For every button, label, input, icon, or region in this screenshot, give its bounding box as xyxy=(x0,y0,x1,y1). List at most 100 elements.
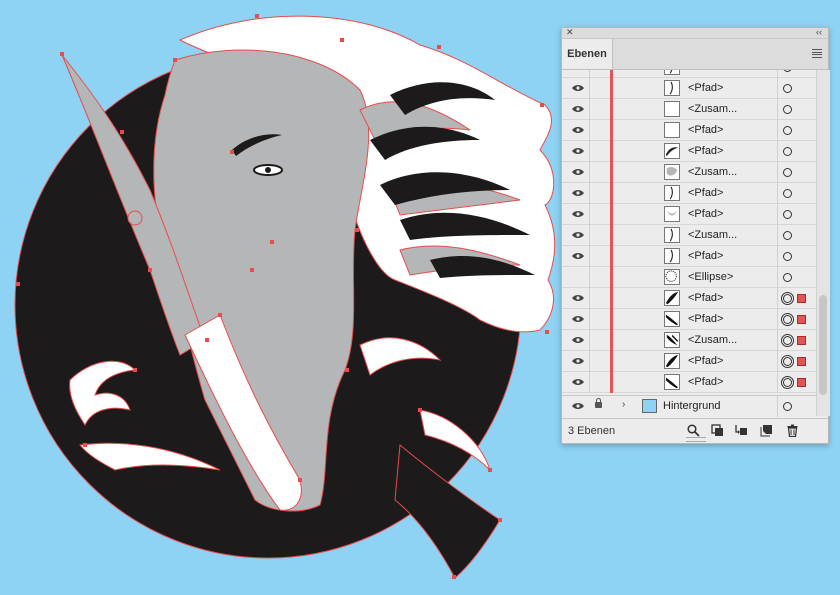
layer-row[interactable]: <Pfad> xyxy=(562,351,816,372)
target-circle-icon[interactable] xyxy=(783,252,792,261)
eye-icon[interactable] xyxy=(572,402,584,410)
lock-column[interactable] xyxy=(589,330,590,351)
layer-label[interactable]: <Pfad> xyxy=(688,376,723,388)
selection-indicator[interactable] xyxy=(797,357,806,366)
selection-indicator[interactable] xyxy=(797,315,806,324)
layer-label[interactable]: <Pfad> xyxy=(688,82,723,94)
layer-row-hintergrund[interactable]: › Hintergrund xyxy=(562,395,816,417)
layer-row[interactable]: <Pfad> xyxy=(562,372,816,393)
eye-icon[interactable] xyxy=(572,336,584,344)
layer-label[interactable]: <Pfad> xyxy=(688,70,723,73)
lock-column[interactable] xyxy=(589,351,590,372)
layer-row[interactable]: <Pfad> xyxy=(562,309,816,330)
target-circle-icon[interactable] xyxy=(783,105,792,114)
target-circle-icon[interactable] xyxy=(783,70,792,72)
selection-indicator[interactable] xyxy=(797,378,806,387)
lock-icon[interactable] xyxy=(595,398,602,408)
lock-column[interactable] xyxy=(589,120,590,141)
layer-label[interactable]: <Pfad> xyxy=(688,208,723,220)
eye-icon[interactable] xyxy=(572,189,584,197)
search-icon[interactable] xyxy=(687,424,700,437)
layer-row[interactable]: <Pfad> xyxy=(562,183,816,204)
target-circle-icon[interactable] xyxy=(781,355,794,368)
target-circle-icon[interactable] xyxy=(783,168,792,177)
layer-label[interactable]: <Pfad> xyxy=(688,250,723,262)
layer-row[interactable]: <Ellipse> xyxy=(562,267,816,288)
layer-row[interactable]: <Pfad> xyxy=(562,78,816,99)
hintergrund-label[interactable]: Hintergrund xyxy=(663,400,720,412)
lock-column[interactable] xyxy=(589,372,590,393)
target-circle-icon[interactable] xyxy=(783,273,792,282)
panel-menu-icon[interactable] xyxy=(812,49,822,58)
layer-label[interactable]: <Zusam... xyxy=(688,334,737,346)
layer-list[interactable]: <Pfad> <Pfad> <Zusam... <Pfad> <Pfad> <Zusam.… xyxy=(562,70,816,416)
expand-chevron-icon[interactable]: › xyxy=(622,399,625,410)
target-circle-icon[interactable] xyxy=(781,313,794,326)
layer-row[interactable]: <Pfad> xyxy=(562,70,816,78)
layer-label[interactable]: <Pfad> xyxy=(688,145,723,157)
layer-label[interactable]: <Pfad> xyxy=(688,292,723,304)
artwork-small-ring[interactable] xyxy=(127,210,143,226)
target-circle-icon[interactable] xyxy=(783,231,792,240)
layer-row[interactable]: <Zusam... xyxy=(562,330,816,351)
eye-icon[interactable] xyxy=(572,252,584,260)
target-circle-icon[interactable] xyxy=(781,334,794,347)
target-circle-icon[interactable] xyxy=(783,210,792,219)
eye-icon[interactable] xyxy=(572,70,584,71)
trash-icon[interactable] xyxy=(786,424,799,437)
eye-icon[interactable] xyxy=(572,147,584,155)
target-circle-icon[interactable] xyxy=(783,147,792,156)
clipping-mask-icon[interactable] xyxy=(711,424,724,437)
new-layer-icon[interactable] xyxy=(760,424,773,437)
layer-row[interactable]: <Pfad> xyxy=(562,288,816,309)
lock-column[interactable] xyxy=(589,162,590,183)
layer-label[interactable]: <Pfad> xyxy=(688,187,723,199)
layer-row[interactable]: <Zusam... xyxy=(562,162,816,183)
lock-column[interactable] xyxy=(589,141,590,162)
lock-column[interactable] xyxy=(589,99,590,120)
target-circle-icon[interactable] xyxy=(781,292,794,305)
lock-column[interactable] xyxy=(589,246,590,267)
layer-row[interactable]: <Zusam... xyxy=(562,225,816,246)
resize-grip[interactable] xyxy=(686,437,706,442)
eye-icon[interactable] xyxy=(572,126,584,134)
layer-row[interactable]: <Pfad> xyxy=(562,204,816,225)
lock-column[interactable] xyxy=(589,309,590,330)
eye-icon[interactable] xyxy=(572,378,584,386)
eye-icon[interactable] xyxy=(572,357,584,365)
layer-row[interactable]: <Zusam... xyxy=(562,99,816,120)
layer-label[interactable]: <Pfad> xyxy=(688,313,723,325)
eye-icon[interactable] xyxy=(572,168,584,176)
target-circle-icon[interactable] xyxy=(781,376,794,389)
target-circle-icon[interactable] xyxy=(783,84,792,93)
layer-label[interactable]: <Zusam... xyxy=(688,229,737,241)
lock-column[interactable] xyxy=(589,204,590,225)
scrollbar-thumb[interactable] xyxy=(819,295,827,395)
selection-indicator[interactable] xyxy=(797,294,806,303)
lock-column[interactable] xyxy=(589,183,590,204)
lock-column[interactable] xyxy=(589,267,590,288)
panel-titlebar[interactable]: ✕ ‹‹ xyxy=(562,26,828,39)
target-circle-icon[interactable] xyxy=(783,126,792,135)
eye-icon[interactable] xyxy=(572,105,584,113)
layer-label[interactable]: <Pfad> xyxy=(688,124,723,136)
layer-label[interactable]: <Pfad> xyxy=(688,355,723,367)
layer-list-scrollbar[interactable] xyxy=(816,70,830,416)
layer-row[interactable]: <Pfad> xyxy=(562,141,816,162)
lock-column[interactable] xyxy=(589,288,590,309)
target-circle-icon[interactable] xyxy=(783,402,792,411)
lock-column[interactable] xyxy=(589,225,590,246)
tab-ebenen[interactable]: Ebenen xyxy=(562,39,613,69)
eye-icon[interactable] xyxy=(572,84,584,92)
panel-close-icon[interactable]: ✕ xyxy=(566,26,574,38)
layer-row[interactable]: <Pfad> xyxy=(562,246,816,267)
eye-icon[interactable] xyxy=(572,315,584,323)
layer-label[interactable]: <Ellipse> xyxy=(688,271,733,283)
selection-indicator[interactable] xyxy=(797,336,806,345)
new-sublayer-icon[interactable] xyxy=(735,424,748,437)
panel-collapse-icon[interactable]: ‹‹ xyxy=(816,26,822,38)
lock-column[interactable] xyxy=(589,70,590,78)
eye-icon[interactable] xyxy=(572,231,584,239)
layer-label[interactable]: <Zusam... xyxy=(688,166,737,178)
eye-icon[interactable] xyxy=(572,210,584,218)
